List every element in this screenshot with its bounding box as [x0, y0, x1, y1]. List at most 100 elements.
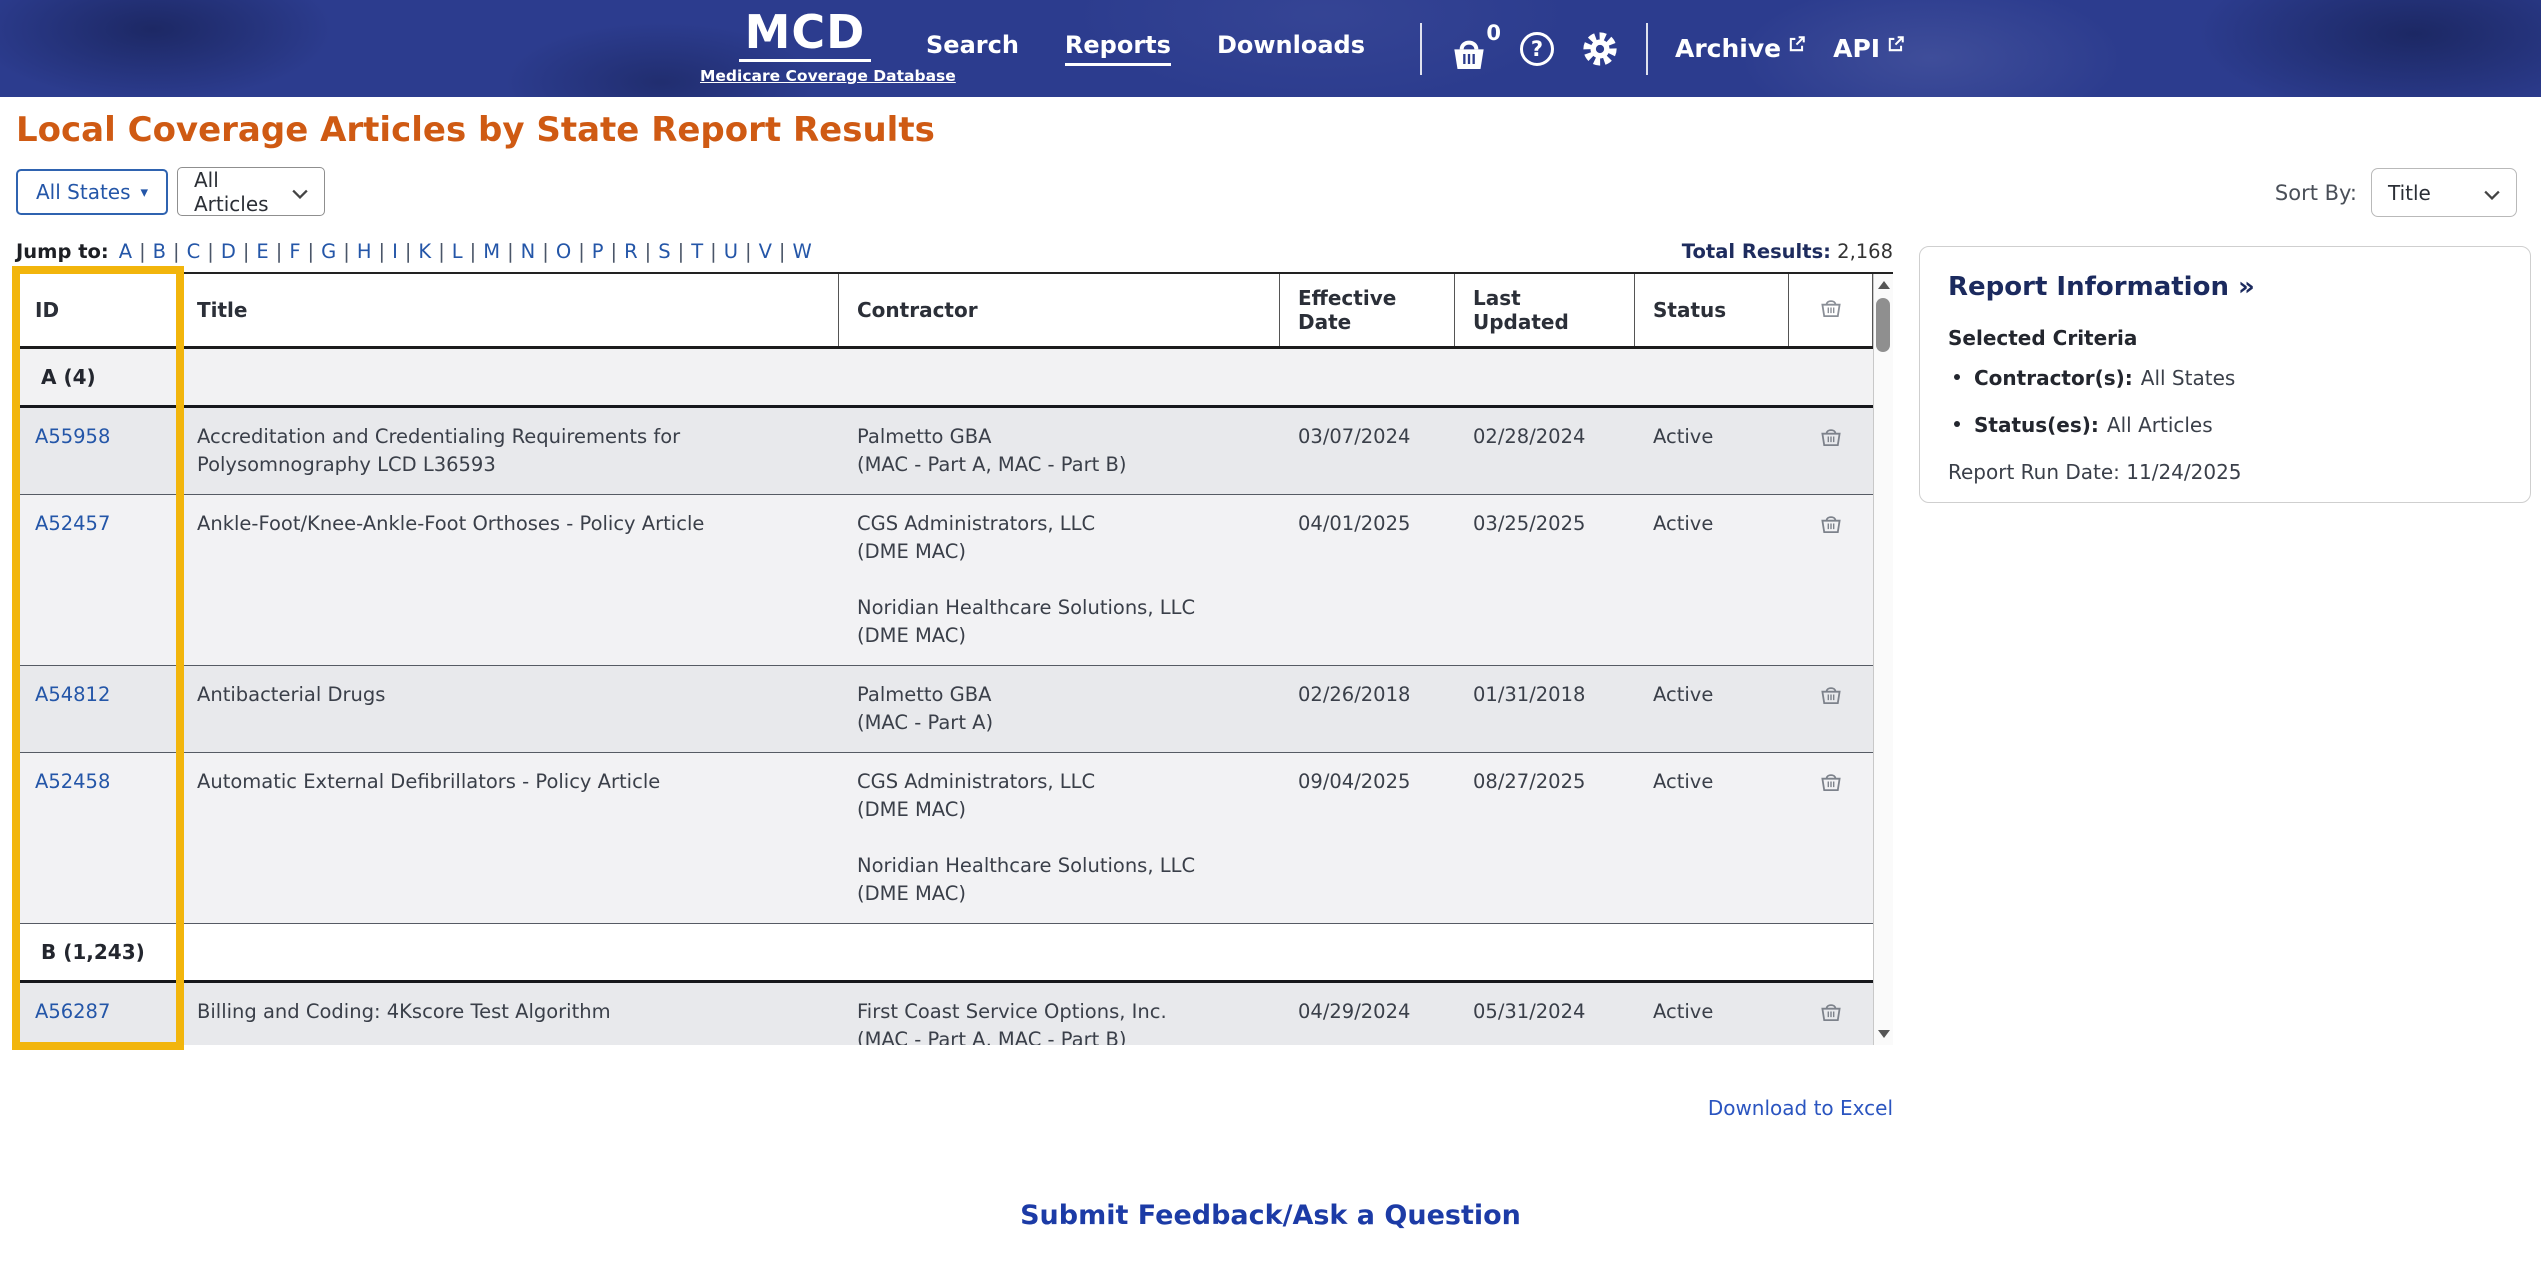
download-to-excel-link[interactable]: Download to Excel [1708, 1096, 1893, 1120]
jump-letter-V[interactable]: V [759, 240, 772, 263]
archive-link[interactable]: Archive [1675, 34, 1806, 63]
help-button[interactable]: ? [1520, 32, 1554, 66]
article-id-link[interactable]: A52458 [35, 770, 110, 793]
bullet-dot [1954, 421, 1960, 427]
jump-letter-T[interactable]: T [691, 240, 703, 263]
mcd-logo[interactable]: MCD Medicare Coverage Database [700, 8, 910, 85]
add-to-basket-cell [1789, 753, 1873, 923]
contractor-line: (DME MAC) [857, 880, 1262, 908]
archive-link-label: Archive [1675, 34, 1781, 63]
jump-letter-G[interactable]: G [321, 240, 336, 263]
column-header-contractor: Contractor [839, 274, 1280, 346]
header-divider [1646, 23, 1648, 75]
add-to-basket-cell [1789, 666, 1873, 752]
column-header-effective-date: Effective Date [1280, 274, 1455, 346]
article-contractor: CGS Administrators, LLC(DME MAC) Noridia… [839, 753, 1280, 923]
jump-letter-K[interactable]: K [418, 240, 431, 263]
add-to-basket-icon[interactable] [1819, 770, 1843, 908]
jump-letter-M[interactable]: M [483, 240, 500, 263]
article-id-link[interactable]: A56287 [35, 1000, 110, 1023]
article-contractor: First Coast Service Options, Inc.(MAC - … [839, 983, 1280, 1045]
criteria-label: Contractor(s): [1974, 366, 2133, 390]
jump-letter-separator: | [463, 240, 484, 263]
scrollbar-down-arrow[interactable] [1874, 1025, 1893, 1043]
nav-item-search[interactable]: Search [926, 31, 1019, 66]
jump-letter-P[interactable]: P [592, 240, 604, 263]
basket-icon [1449, 35, 1489, 73]
articles-filter-dropdown[interactable]: All Articles [177, 167, 325, 216]
scrollbar-thumb[interactable] [1876, 298, 1890, 352]
jump-letter-N[interactable]: N [521, 240, 536, 263]
states-filter-dropdown[interactable]: All States ▾ [16, 169, 168, 215]
page-title: Local Coverage Articles by State Report … [16, 110, 935, 150]
article-id-cell: A56287 [17, 983, 179, 1045]
jump-letter-W[interactable]: W [793, 240, 812, 263]
api-link[interactable]: API [1833, 34, 1905, 63]
jump-letter-F[interactable]: F [289, 240, 300, 263]
jump-letter-separator: | [671, 240, 692, 263]
contractor-line: (DME MAC) [857, 622, 1262, 650]
caret-down-icon: ▾ [141, 183, 149, 201]
add-to-basket-icon[interactable] [1819, 683, 1843, 737]
basket-button[interactable]: 0 [1449, 27, 1493, 71]
contractor-line: (MAC - Part A) [857, 709, 1262, 737]
article-id-link[interactable]: A55958 [35, 425, 110, 448]
jump-letter-R[interactable]: R [624, 240, 638, 263]
contractor-line: Noridian Healthcare Solutions, LLC [857, 594, 1262, 622]
nav-item-downloads[interactable]: Downloads [1217, 31, 1365, 66]
criteria-value: All States [2141, 366, 2236, 390]
jump-letter-L[interactable]: L [452, 240, 463, 263]
jump-letter-separator: | [200, 240, 221, 263]
group-header-row: B (1,243) [17, 924, 1893, 983]
effective-date: 03/07/2024 [1280, 408, 1455, 494]
jump-letter-separator: | [638, 240, 659, 263]
jump-letter-U[interactable]: U [724, 240, 738, 263]
jump-letter-D[interactable]: D [221, 240, 236, 263]
jump-letter-O[interactable]: O [556, 240, 571, 263]
submit-feedback-link[interactable]: Submit Feedback/Ask a Question [0, 1200, 2541, 1231]
last-updated: 05/31/2024 [1455, 983, 1635, 1045]
jump-letter-H[interactable]: H [357, 240, 372, 263]
group-label: A (4) [41, 365, 96, 389]
add-to-basket-icon[interactable] [1819, 1000, 1843, 1045]
article-title: Ankle-Foot/Knee-Ankle-Foot Orthoses - Po… [179, 495, 839, 665]
add-to-basket-icon[interactable] [1819, 512, 1843, 650]
criteria-value: All Articles [2107, 413, 2213, 437]
jump-letter-A[interactable]: A [119, 240, 132, 263]
scrollbar-up-arrow[interactable] [1874, 276, 1893, 294]
column-header-status: Status [1635, 274, 1789, 346]
report-run-date: Report Run Date: 11/24/2025 [1948, 460, 2502, 484]
contractor-line [857, 824, 1262, 852]
article-contractor: Palmetto GBA(MAC - Part A, MAC - Part B) [839, 408, 1280, 494]
last-updated: 03/25/2025 [1455, 495, 1635, 665]
jump-letter-I[interactable]: I [392, 240, 398, 263]
last-updated: 02/28/2024 [1455, 408, 1635, 494]
contractor-line: Noridian Healthcare Solutions, LLC [857, 852, 1262, 880]
jump-letter-S[interactable]: S [658, 240, 670, 263]
report-information-panel: Report Information » Selected Criteria C… [1919, 246, 2531, 503]
article-id-link[interactable]: A54812 [35, 683, 110, 706]
effective-date: 02/26/2018 [1280, 666, 1455, 752]
jump-letter-separator: | [703, 240, 724, 263]
jump-letter-C[interactable]: C [187, 240, 201, 263]
jump-letter-E[interactable]: E [256, 240, 268, 263]
report-information-title[interactable]: Report Information » [1948, 272, 2502, 302]
total-results-label: Total Results: [1682, 240, 1831, 263]
table-scrollbar[interactable] [1873, 274, 1893, 1045]
jump-letter-separator: | [772, 240, 793, 263]
effective-date: 09/04/2025 [1280, 753, 1455, 923]
header-divider [1420, 23, 1422, 75]
jump-letter-separator: | [236, 240, 257, 263]
sort-by-dropdown[interactable]: Title [2371, 168, 2517, 217]
nav-item-reports[interactable]: Reports [1065, 31, 1171, 66]
table-row: A54812Antibacterial DrugsPalmetto GBA(MA… [17, 666, 1873, 753]
sort-by-control: Sort By: Title [2275, 168, 2517, 217]
add-to-basket-icon[interactable] [1819, 425, 1843, 479]
total-results-value: 2,168 [1837, 240, 1893, 263]
external-link-icon [1887, 35, 1905, 53]
settings-button[interactable] [1581, 30, 1619, 68]
contractor-line: (DME MAC) [857, 796, 1262, 824]
chevron-down-icon [2484, 181, 2500, 205]
article-id-link[interactable]: A52457 [35, 512, 110, 535]
jump-letter-B[interactable]: B [153, 240, 166, 263]
